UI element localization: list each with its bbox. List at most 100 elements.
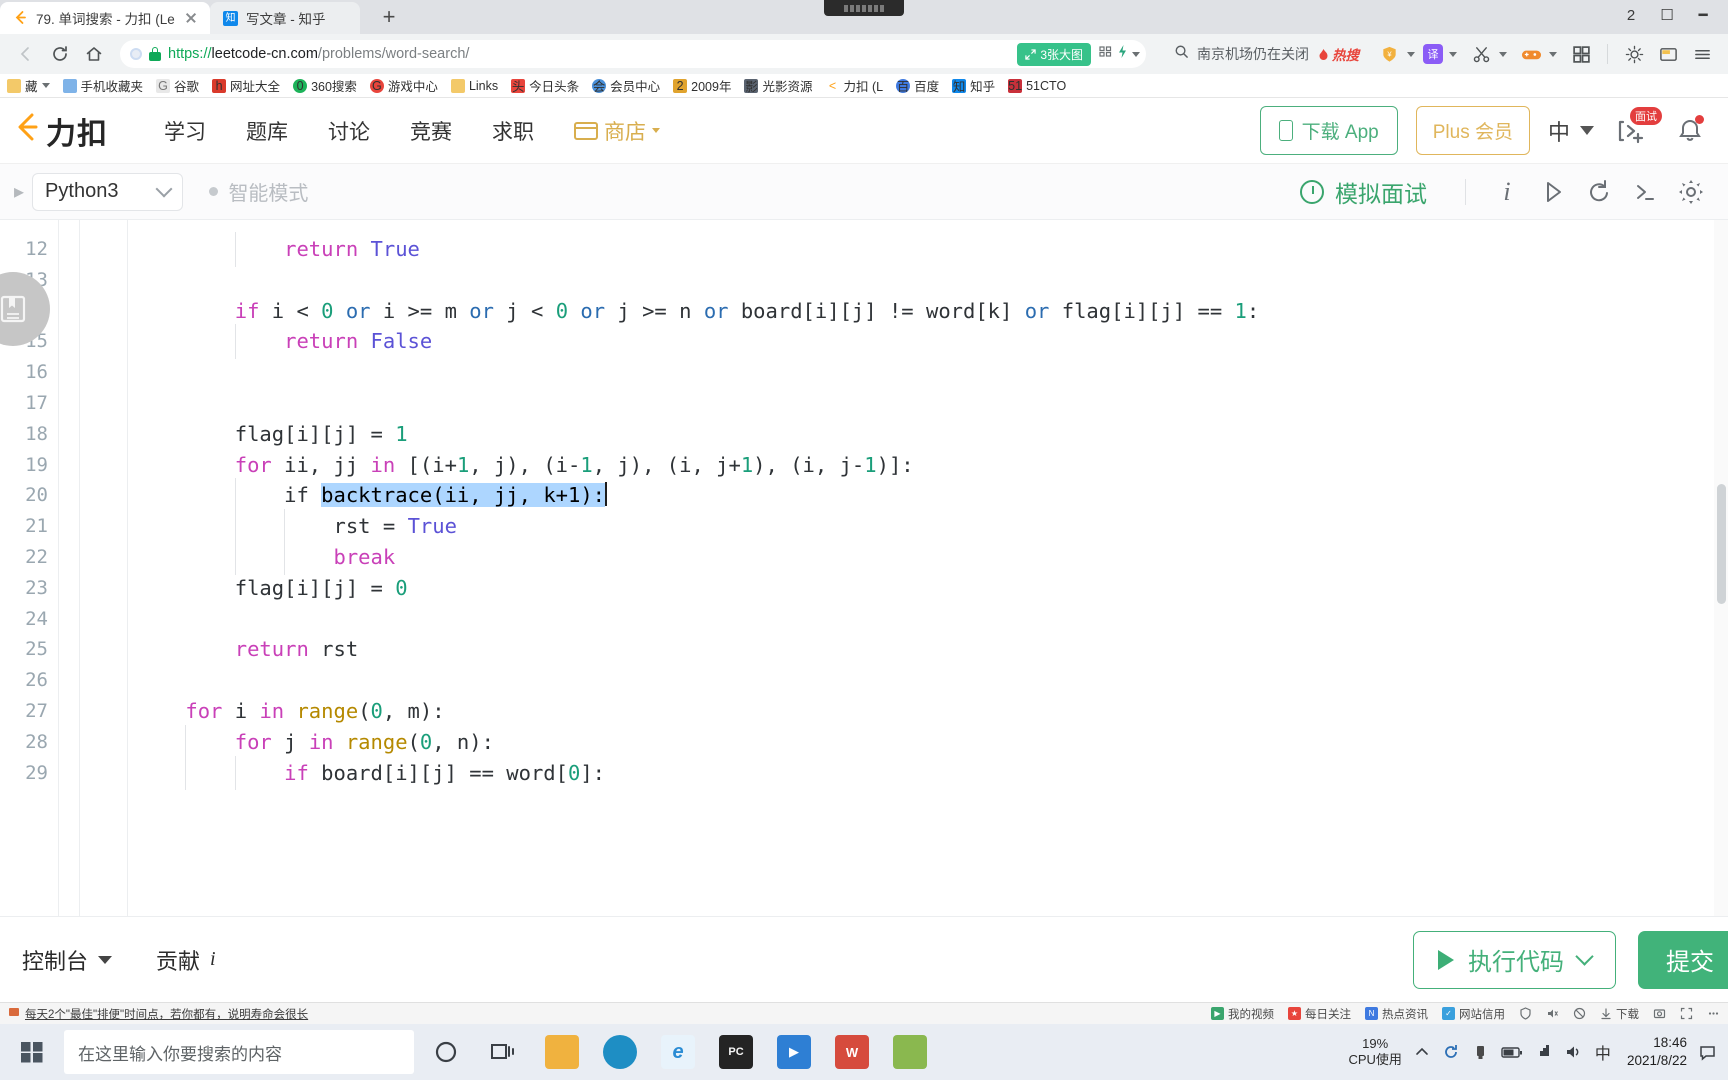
nav-item-problems[interactable]: 题库 <box>226 116 308 146</box>
mute-icon[interactable] <box>1546 1007 1559 1020</box>
editor-scrollbar[interactable] <box>1714 220 1728 916</box>
taskbar-app-ie[interactable]: e <box>652 1028 704 1076</box>
address-bar[interactable]: https://leetcode-cn.com/problems/word-se… <box>120 40 1146 68</box>
chevron-down-icon[interactable] <box>41 83 50 88</box>
language-selector[interactable]: 中 <box>1548 115 1594 147</box>
new-tab-button[interactable]: + <box>374 2 404 32</box>
grid-icon[interactable] <box>1098 44 1113 64</box>
code-content[interactable]: return True if i < 0 or i >= m or j < 0 … <box>128 220 1728 916</box>
code-editor[interactable]: 121314151617181920212223242526272829 ret… <box>0 220 1728 916</box>
security-icon[interactable] <box>1519 1007 1532 1020</box>
leetcode-logo[interactable]: 力扣 <box>18 109 108 153</box>
image-count-badge[interactable]: 3张大图 <box>1017 42 1091 66</box>
play-icon[interactable] <box>1530 169 1576 215</box>
usb-icon[interactable] <box>1472 1044 1489 1061</box>
cortana-icon[interactable] <box>420 1028 472 1076</box>
menu-icon[interactable] <box>1686 38 1718 70</box>
translate-icon[interactable]: 译 <box>1423 44 1443 64</box>
code-line[interactable]: flag[i][j] = 0 <box>128 573 1728 604</box>
code-line[interactable]: for i in range(0, m): <box>128 696 1728 727</box>
notifications-button[interactable] <box>1670 111 1710 151</box>
run-code-button[interactable]: 执行代码 <box>1413 930 1616 989</box>
bookmark-item[interactable]: < 力扣 (L <box>820 75 888 96</box>
chevron-down-icon[interactable] <box>1549 51 1557 57</box>
bookmark-item[interactable]: G 谷歌 <box>151 75 204 96</box>
console-icon[interactable] <box>1622 169 1668 215</box>
volume-icon[interactable] <box>1565 1044 1583 1060</box>
taskbar-app-edge[interactable] <box>594 1028 646 1076</box>
browser-tab-leetcode[interactable]: 79. 单词搜索 - 力扣 (LeetCode <box>0 2 210 34</box>
battery-icon[interactable] <box>1501 1045 1523 1059</box>
taskbar-clock[interactable]: 18:46 2021/8/22 <box>1623 1034 1687 1069</box>
nav-item-jobs[interactable]: 求职 <box>472 116 554 146</box>
site-info-icon[interactable] <box>130 48 142 60</box>
code-line[interactable]: return rst <box>128 634 1728 665</box>
bookmark-item[interactable]: 知知乎 <box>947 75 1000 96</box>
code-line[interactable] <box>128 357 1728 388</box>
code-line[interactable]: for j in range(0, n): <box>128 724 1728 760</box>
bookmark-item[interactable]: 2 2009年 <box>668 75 736 96</box>
info-icon[interactable]: i <box>1484 169 1530 215</box>
network-icon[interactable] <box>1535 1044 1553 1060</box>
bookmark-item[interactable]: 头今日头条 <box>506 75 584 96</box>
chevron-down-icon[interactable] <box>1407 51 1415 57</box>
taskbar-app-video-player[interactable]: ▶ <box>768 1028 820 1076</box>
window-mode-icon[interactable] <box>1652 38 1684 70</box>
smart-mode-toggle[interactable]: 智能模式 <box>209 177 308 206</box>
chevron-down-icon[interactable] <box>1449 51 1457 57</box>
taskbar-search-input[interactable]: 在这里输入你要搜索的内容 <box>64 1030 414 1074</box>
nav-item-contest[interactable]: 竞赛 <box>390 116 472 146</box>
brightness-icon[interactable] <box>1618 38 1650 70</box>
daily-follow-button[interactable]: ★ 每日关注 <box>1288 1006 1351 1022</box>
back-icon[interactable] <box>10 38 42 70</box>
collapse-icon[interactable]: ▸ <box>14 179 24 204</box>
bookmark-item[interactable]: 影光影资源 <box>739 75 817 96</box>
home-icon[interactable] <box>78 38 110 70</box>
gamepad-icon[interactable] <box>1515 38 1547 70</box>
sync-icon[interactable] <box>1442 1043 1460 1061</box>
shield-icon[interactable]: ¥ <box>1373 38 1405 70</box>
bookmark-item[interactable]: 手机收藏夹 <box>58 75 149 96</box>
restore-icon[interactable]: ☐ <box>1656 6 1678 24</box>
mock-interview-button[interactable]: 模拟面试 <box>1300 175 1447 209</box>
start-button[interactable] <box>6 1028 58 1076</box>
code-line[interactable] <box>128 665 1728 696</box>
bookmark-item[interactable]: G 游戏中心 <box>365 75 443 96</box>
taskbar-app-wps-writer[interactable]: W <box>826 1028 878 1076</box>
fullscreen-icon[interactable] <box>1680 1007 1693 1020</box>
code-line[interactable]: if backtrace(ii, jj, k+1): <box>128 478 1728 513</box>
download-app-button[interactable]: 下载 App <box>1259 106 1398 155</box>
code-line[interactable]: if i < 0 or i >= m or j < 0 or j >= n or… <box>128 296 1728 327</box>
code-line[interactable]: rst = True <box>128 509 1728 544</box>
ime-indicator[interactable]: 中 <box>1595 1040 1611 1064</box>
taskbar-app-file-explorer[interactable] <box>536 1028 588 1076</box>
toolbar-search-box[interactable]: 南京机场仍在关闭 热搜 <box>1162 40 1371 68</box>
code-line[interactable]: if board[i][j] == word[0]: <box>128 755 1728 791</box>
window-count-badge[interactable]: 2 <box>1620 7 1642 24</box>
console-toggle-button[interactable]: 控制台 <box>22 944 113 976</box>
more-icon[interactable] <box>1707 1007 1720 1020</box>
code-line[interactable]: break <box>128 539 1728 575</box>
code-line[interactable] <box>128 388 1728 419</box>
bookmark-item[interactable]: h 网址大全 <box>207 75 285 96</box>
taskbar-app-image-viewer[interactable] <box>884 1028 936 1076</box>
bookmark-item[interactable]: 会会员中心 <box>587 75 665 96</box>
bookmark-item[interactable]: 51 51CTO <box>1003 78 1071 94</box>
language-dropdown[interactable]: Python3 <box>32 172 184 211</box>
bookmark-item[interactable]: 藏 <box>2 75 55 96</box>
close-icon[interactable] <box>182 9 200 27</box>
screenshot-icon[interactable] <box>1653 1007 1666 1020</box>
taskbar-app-pycharm[interactable]: PC <box>710 1028 762 1076</box>
scissors-icon[interactable] <box>1465 38 1497 70</box>
settings-gear-icon[interactable] <box>1668 169 1714 215</box>
my-video-button[interactable]: ▶ 我的视频 <box>1211 1006 1274 1022</box>
reset-icon[interactable] <box>1576 169 1622 215</box>
mock-interview-entry-button[interactable]: 面试 <box>1612 106 1662 151</box>
bookmark-item[interactable]: 百百度 <box>891 75 944 96</box>
status-news-link[interactable]: 每天2个"最佳"排便"时间点，若你都有，说明寿命会很长 <box>8 1006 308 1022</box>
notification-center-icon[interactable] <box>1699 1044 1716 1061</box>
apps-grid-icon[interactable] <box>1565 38 1597 70</box>
nav-item-study[interactable]: 学习 <box>144 116 226 146</box>
chevron-up-icon[interactable] <box>1414 1044 1430 1060</box>
code-line[interactable]: return False <box>128 324 1728 359</box>
